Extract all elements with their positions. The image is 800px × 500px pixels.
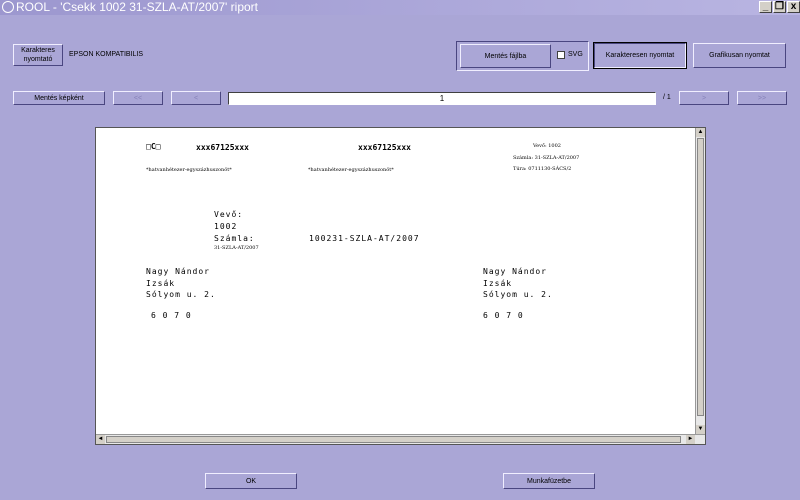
last-page-button[interactable]: >> <box>737 91 787 105</box>
recipient-street-left: Sólyom u. 2. <box>146 290 216 299</box>
vevo-small: Vevő: 1002 <box>533 143 561 149</box>
svg-label: SVG <box>568 51 583 58</box>
grafikusan-nyomtat-button[interactable]: Grafikusan nyomtat <box>693 43 786 68</box>
szamla-small: Számla: 31-SZLA-AT/2007 <box>513 155 580 161</box>
restore-button[interactable]: ❐ <box>773 1 786 13</box>
app-icon <box>2 1 14 13</box>
karakteres-nyomtato-button[interactable]: Karakteres nyomtató <box>13 44 63 66</box>
printer-name: EPSON KOMPATIBILIS <box>69 51 144 58</box>
scroll-right-icon[interactable]: ► <box>686 435 695 444</box>
page-number-input[interactable]: 1 <box>228 92 656 105</box>
page-total: / 1 <box>663 94 671 101</box>
recipient-city-right: Izsák <box>483 279 513 288</box>
next-page-button[interactable]: > <box>679 91 729 105</box>
recipient-zip-right: 6 0 7 0 <box>483 311 524 320</box>
amount-code-2: xxx67125xxx <box>358 143 411 152</box>
minimize-button[interactable]: _ <box>759 1 772 13</box>
amount-words-1: *hatvanhétezer-egyszázhuszonöt* <box>146 167 232 173</box>
recipient-zip-left: 6 0 7 0 <box>151 311 192 320</box>
report-preview[interactable]: □C□ xxx67125xxx xxx67125xxx Vevő: 1002 S… <box>95 127 706 445</box>
amount-code-1: xxx67125xxx <box>196 143 249 152</box>
scroll-left-icon[interactable]: ◄ <box>96 435 105 444</box>
title-bar: ROOL - 'Csekk 1002 31-SZLA-AT/2007' ripo… <box>0 0 800 15</box>
munkafuzetbe-button[interactable]: Munkafüzetbe <box>503 473 595 489</box>
ok-button[interactable]: OK <box>205 473 297 489</box>
code-box: □C□ <box>146 142 161 151</box>
vevo-value: 1002 <box>214 222 238 231</box>
prev-page-button[interactable]: < <box>171 91 221 105</box>
vevo-label: Vevő: <box>214 210 244 219</box>
recipient-city-left: Izsák <box>146 279 176 288</box>
mentes-fajlba-button[interactable]: Mentés fájlba <box>460 44 551 68</box>
vertical-scroll-thumb[interactable] <box>697 138 704 416</box>
svg-checkbox[interactable] <box>557 51 565 59</box>
szamla-label: Számla: <box>214 234 255 243</box>
vertical-scrollbar[interactable]: ▲ ▼ <box>695 128 705 434</box>
recipient-name-right: Nagy Nándor <box>483 267 547 276</box>
szamla-value: 100231-SZLA-AT/2007 <box>309 234 420 243</box>
window-title: ROOL - 'Csekk 1002 31-SZLA-AT/2007' ripo… <box>16 0 259 14</box>
horizontal-scrollbar[interactable]: ◄ ► <box>96 434 705 444</box>
first-page-button[interactable]: << <box>113 91 163 105</box>
recipient-street-right: Sólyom u. 2. <box>483 290 553 299</box>
scroll-up-icon[interactable]: ▲ <box>696 128 705 137</box>
mentes-kepkent-button[interactable]: Mentés képként <box>13 91 105 105</box>
close-button[interactable]: x <box>787 1 800 13</box>
amount-words-2: *hatvanhétezer-egyszázhuszonöt* <box>308 167 394 173</box>
recipient-name-left: Nagy Nándor <box>146 267 210 276</box>
horizontal-scroll-thumb[interactable] <box>106 436 681 443</box>
tura-small: Túra: 0711130-SÁCS/2 <box>513 166 572 172</box>
scroll-down-icon[interactable]: ▼ <box>696 425 705 434</box>
szamla-small-2: 31-SZLA-AT/2007 <box>214 245 259 251</box>
karakteresen-nyomtat-button[interactable]: Karakteresen nyomtat <box>593 42 687 69</box>
